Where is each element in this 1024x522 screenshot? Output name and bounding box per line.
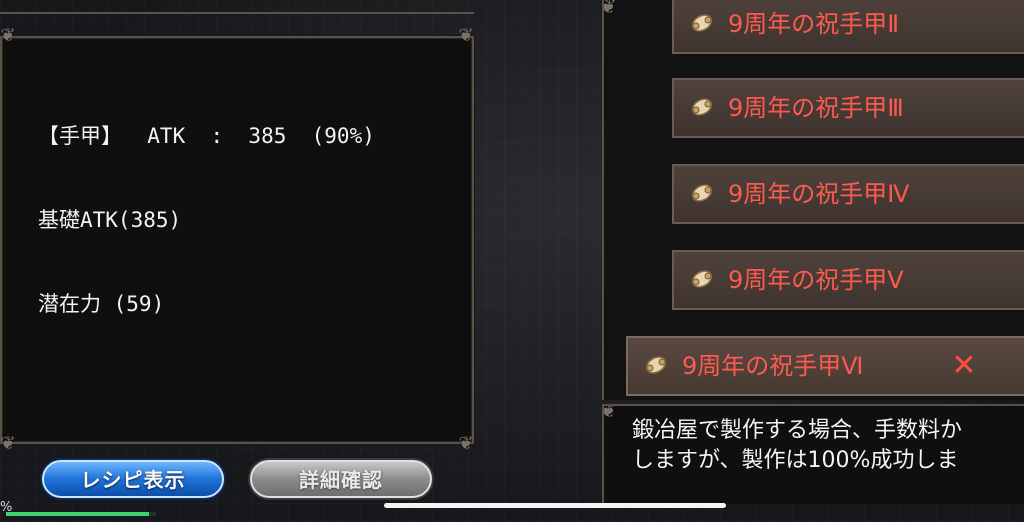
home-indicator[interactable] <box>384 503 726 508</box>
close-icon[interactable]: ✕ <box>944 346 984 386</box>
scroll-icon <box>691 270 713 288</box>
scroll-icon <box>691 98 713 116</box>
top-frame <box>0 0 474 14</box>
recipe-list-panel[interactable]: ❦ 9周年の祝手甲Ⅱ 9周年の祝手甲Ⅲ 9周年の祝手甲Ⅳ <box>602 0 1024 400</box>
item-stats: 【手甲】 ATK : 385 (90%) 基礎ATK(385) 潜在力 (59) <box>38 66 375 374</box>
list-item[interactable]: 9周年の祝手甲Ⅱ <box>672 0 1024 54</box>
progress-fill <box>6 512 149 516</box>
scroll-icon <box>691 184 713 202</box>
frame-ornament-icon: ❦ <box>0 25 16 46</box>
list-item-selected[interactable]: 9周年の祝手甲Ⅵ ✕ <box>626 336 1024 396</box>
frame-ornament-icon: ❦ <box>458 433 474 454</box>
detail-check-button[interactable]: 詳細確認 <box>250 460 432 498</box>
stat-base-atk: 基礎ATK(385) <box>38 208 182 232</box>
list-item-label: 9周年の祝手甲Ⅵ <box>682 352 864 380</box>
stat-atk: 【手甲】 ATK : 385 (90%) <box>38 124 375 148</box>
description-line: 鍛冶屋で製作する場合、手数料か <box>632 418 963 443</box>
progress-bar <box>6 512 156 516</box>
frame-ornament-icon: ❦ <box>604 406 617 420</box>
description-text: 鍛冶屋で製作する場合、手数料か しますが、製作は100%成功しま <box>632 416 962 476</box>
frame-ornament-icon: ❦ <box>458 25 474 46</box>
stat-potential: 潜在力 (59) <box>38 292 165 316</box>
game-screen: ❦ ❦ ❦ ❦ 【手甲】 ATK : 385 (90%) 基礎ATK(385) … <box>0 0 1024 522</box>
show-recipe-button[interactable]: レシピ表示 <box>42 460 224 498</box>
list-item-label: 9周年の祝手甲Ⅳ <box>728 180 910 208</box>
list-item[interactable]: 9周年の祝手甲Ⅲ <box>672 78 1024 138</box>
list-item[interactable]: 9周年の祝手甲Ⅳ <box>672 164 1024 224</box>
description-panel: ❦ 鍛冶屋で製作する場合、手数料か しますが、製作は100%成功しま <box>602 404 1024 504</box>
list-item-label: 9周年の祝手甲Ⅴ <box>728 266 904 294</box>
scroll-icon <box>645 356 667 374</box>
frame-ornament-icon: ❦ <box>0 433 16 454</box>
item-info-panel: ❦ ❦ ❦ ❦ 【手甲】 ATK : 385 (90%) 基礎ATK(385) … <box>0 25 474 454</box>
scroll-icon <box>691 14 713 32</box>
list-item-label: 9周年の祝手甲Ⅲ <box>728 94 904 122</box>
list-item-label: 9周年の祝手甲Ⅱ <box>728 10 900 38</box>
frame-ornament-icon: ❦ <box>604 0 617 16</box>
description-line: しますが、製作は100%成功しま <box>632 448 959 473</box>
list-item[interactable]: 9周年の祝手甲Ⅴ <box>672 250 1024 310</box>
